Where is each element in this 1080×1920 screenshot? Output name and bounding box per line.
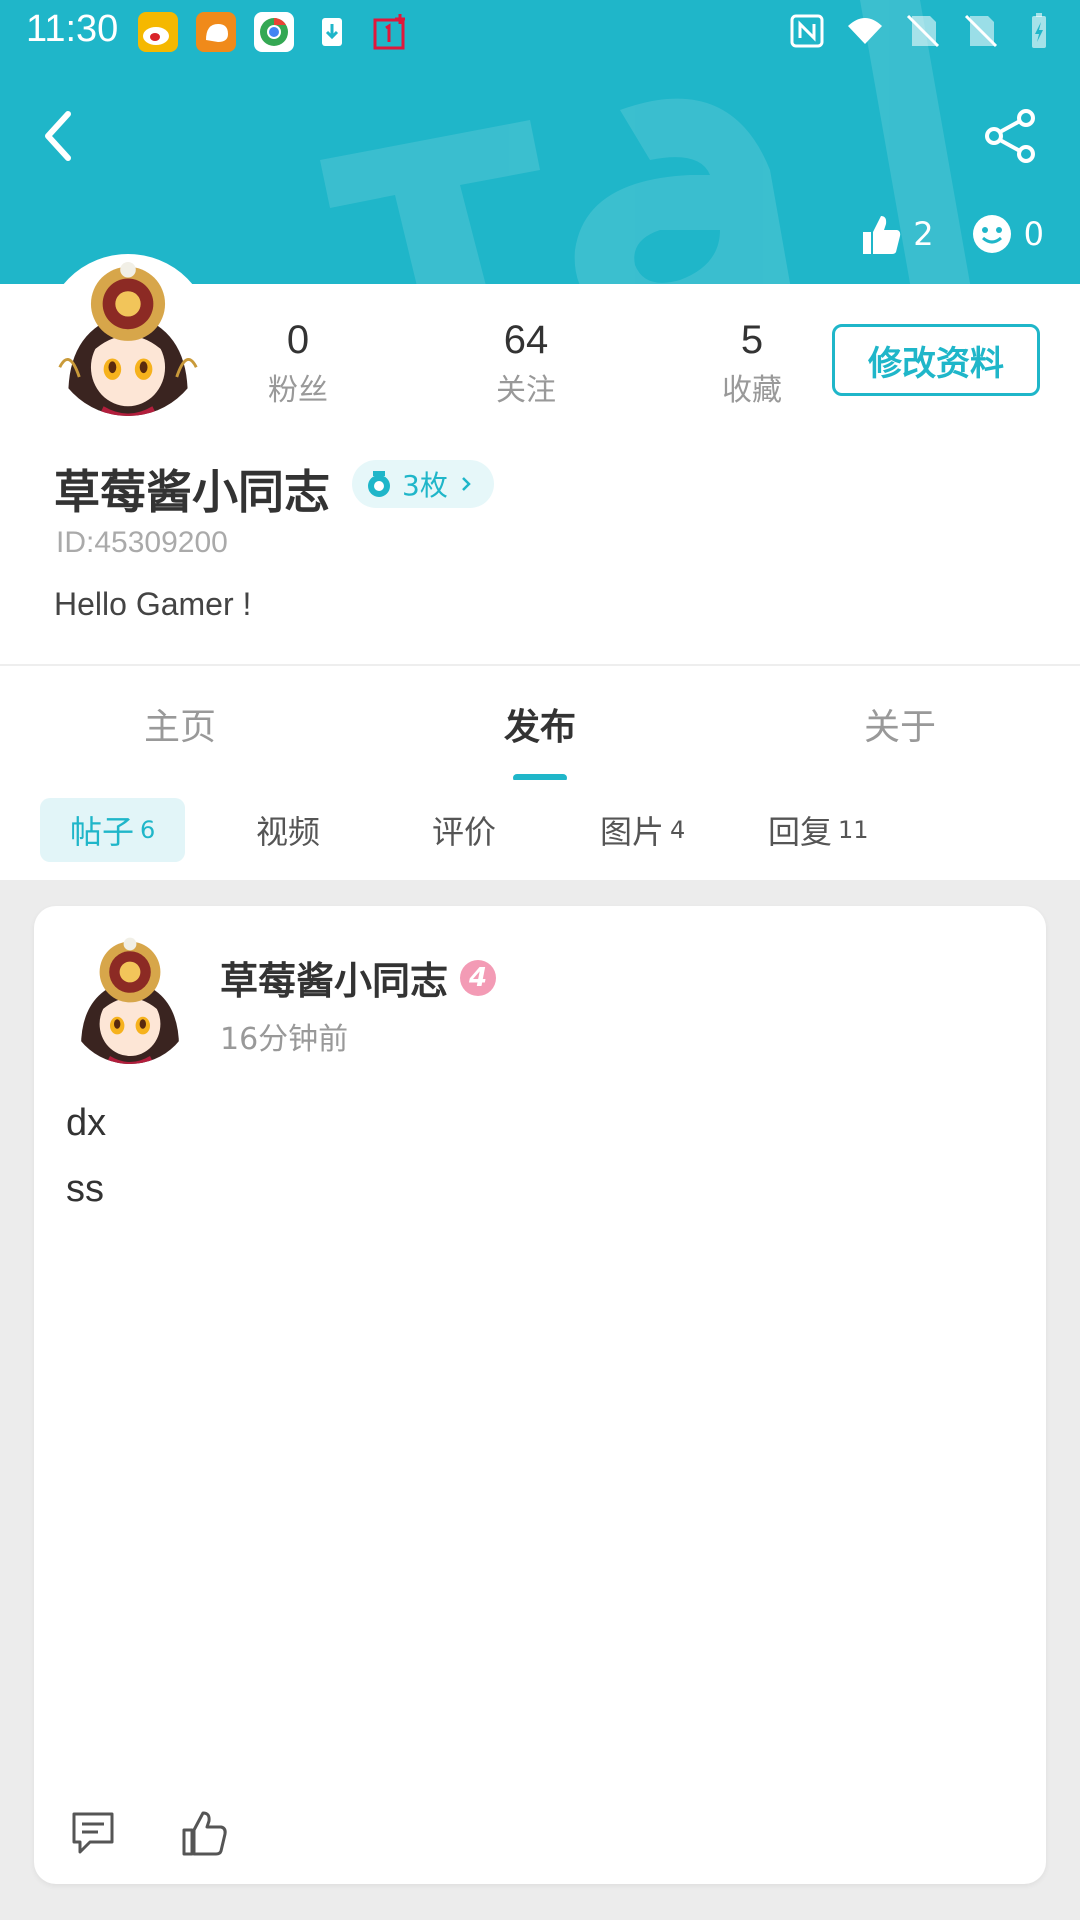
stat-fans-label: 粉丝 — [268, 373, 328, 408]
user-id: ID:45309200 — [56, 526, 228, 559]
status-indicators — [788, 12, 1058, 50]
wifi-icon — [848, 18, 882, 44]
subtab-threads[interactable]: 帖子 6 — [40, 798, 186, 862]
medal-badge[interactable]: 3枚 — [352, 460, 494, 508]
user-bio: Hello Gamer ! — [54, 586, 252, 622]
subtab-images[interactable]: 图片 4 — [600, 798, 685, 862]
subtab-threads-label: 帖子 — [70, 813, 135, 851]
medal-icon — [368, 471, 390, 497]
battery-icon — [1032, 13, 1046, 48]
level-badge: 4 — [460, 959, 497, 996]
tab-home[interactable]: 主页 — [144, 698, 216, 750]
post-timestamp: 16分钟前 — [220, 1022, 349, 1057]
post-content-line: ss — [66, 1168, 104, 1210]
subtab-images-label: 图片 — [600, 813, 665, 851]
avatar-image — [50, 260, 206, 416]
status-bar: 11:30 — [0, 0, 1080, 64]
stat-following-label: 关注 — [496, 373, 556, 408]
post-author-avatar[interactable] — [66, 936, 194, 1064]
stat-fans-value: 0 — [286, 318, 310, 362]
download-icon — [312, 12, 352, 52]
post-author-name: 草莓酱小同志 — [220, 959, 449, 1003]
chrome-icon — [254, 12, 294, 52]
no-sim-icon — [964, 14, 998, 48]
tab-about[interactable]: 关于 — [864, 698, 936, 750]
stat-following-value: 64 — [503, 318, 549, 362]
likes-counter[interactable]: 2 — [859, 212, 934, 256]
tab-posts[interactable]: 发布 — [504, 698, 576, 750]
emoji-counter[interactable]: 0 — [970, 212, 1044, 256]
subtab-videos-label: 视频 — [256, 813, 321, 851]
post-card[interactable]: 草莓酱小同志 4 16分钟前 dx ss — [34, 906, 1046, 1884]
status-app-icons — [138, 12, 410, 52]
emoji-count: 0 — [1023, 215, 1044, 253]
user-avatar[interactable] — [44, 254, 212, 422]
stat-following[interactable]: 64 关注 — [456, 318, 596, 409]
subtab-reviews-label: 评价 — [432, 813, 497, 851]
stat-favorites-value: 5 — [740, 318, 764, 362]
uc-browser-icon — [196, 12, 236, 52]
oneplus-icon — [370, 12, 410, 52]
subtab-reviews[interactable]: 评价 — [432, 798, 496, 862]
avatar-image — [66, 936, 194, 1064]
content-filter-tabs: 帖子 6 视频 评价 图片 4 回复 11 — [0, 780, 1080, 880]
share-button[interactable] — [982, 108, 1038, 164]
stat-favorites[interactable]: 5 收藏 — [682, 318, 822, 409]
likes-count: 2 — [913, 215, 934, 253]
profile-header: 11:30 2 0 — [0, 0, 1080, 284]
weibo-icon — [138, 12, 178, 52]
subtab-threads-count: 6 — [140, 816, 156, 844]
back-button[interactable] — [36, 108, 82, 164]
chevron-right-icon — [461, 477, 471, 491]
stat-favorites-label: 收藏 — [722, 373, 782, 408]
comment-icon[interactable] — [68, 1808, 118, 1858]
header-reactions: 2 0 — [859, 212, 1044, 256]
thumbs-up-icon — [863, 216, 901, 254]
like-icon[interactable] — [180, 1808, 230, 1858]
post-content-line: dx — [66, 1102, 107, 1144]
subtab-replies-count: 11 — [838, 816, 869, 844]
post-actions — [68, 1808, 230, 1858]
subtab-videos[interactable]: 视频 — [256, 798, 320, 862]
subtab-replies[interactable]: 回复 11 — [768, 798, 869, 862]
subtab-replies-label: 回复 — [768, 813, 833, 851]
smile-icon — [972, 215, 1011, 253]
subtab-images-count: 4 — [670, 816, 686, 844]
nfc-icon — [790, 14, 824, 48]
status-time: 11:30 — [26, 8, 119, 50]
user-nickname: 草莓酱小同志 — [54, 465, 330, 519]
medal-count: 3枚 — [402, 469, 448, 502]
stat-fans[interactable]: 0 粉丝 — [228, 318, 368, 409]
edit-profile-button[interactable]: 修改资料 — [832, 324, 1040, 396]
no-sim-icon — [906, 14, 940, 48]
post-author[interactable]: 草莓酱小同志 4 — [220, 950, 497, 1005]
profile-tabs: 主页 发布 关于 — [0, 664, 1080, 782]
